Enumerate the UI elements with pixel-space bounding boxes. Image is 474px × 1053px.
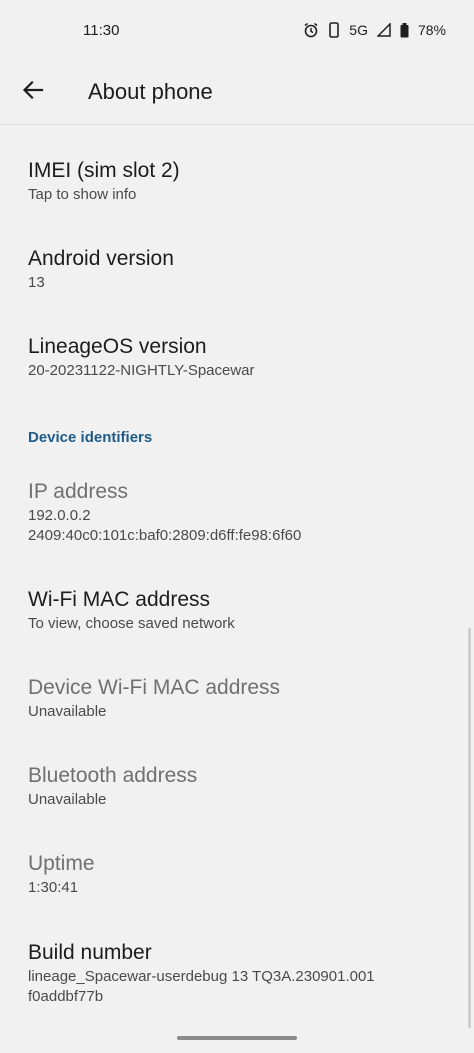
item-title: IMEI (sim slot 2) [28, 159, 180, 182]
list-item-device-wifi-mac[interactable]: Device Wi-Fi MAC address Unavailable [0, 675, 474, 722]
page-title: About phone [88, 79, 213, 104]
item-title: LineageOS version [28, 335, 207, 358]
list-item-imei[interactable]: IMEI (sim slot 2) Tap to show info [0, 158, 474, 205]
item-summary-line: f0addbf77b [28, 988, 104, 1005]
list-item-ip-address[interactable]: IP address 192.0.0.2 2409:40c0:101c:baf0… [0, 479, 474, 546]
list-item-build-number[interactable]: Build number lineage_Spacewar-userdebug … [0, 940, 474, 1007]
list-item-android-version[interactable]: Android version 13 [0, 246, 474, 293]
list-item-wifi-mac[interactable]: Wi-Fi MAC address To view, choose saved … [0, 587, 474, 634]
category-header: Device identifiers [28, 429, 153, 446]
battery-level: 78% [417, 22, 446, 38]
alarm-icon [303, 22, 319, 38]
item-title: Build number [28, 941, 152, 964]
gesture-nav-handle[interactable] [177, 1036, 297, 1040]
item-title: Bluetooth address [28, 764, 198, 787]
app-bar: About phone [0, 60, 474, 124]
item-summary-line: 2409:40c0:101c:baf0:2809:d6ff:fe98:6f60 [28, 527, 302, 544]
item-summary-line: lineage_Spacewar-userdebug 13 TQ3A.23090… [28, 968, 375, 985]
item-title: IP address [28, 480, 129, 503]
item-summary: Tap to show info [28, 186, 137, 203]
item-title: Uptime [28, 852, 95, 875]
item-title: Device Wi-Fi MAC address [28, 676, 281, 699]
back-button[interactable] [9, 68, 57, 116]
signal-icon [376, 23, 391, 37]
item-summary-line: 192.0.0.2 [28, 507, 91, 524]
status-time: 11:30 [83, 21, 120, 39]
item-title: Android version [28, 247, 174, 270]
toolbar-divider [0, 124, 474, 125]
phone-vibrate-icon [328, 22, 340, 38]
list-item-uptime[interactable]: Uptime 1:30:41 [0, 851, 474, 898]
status-bar: 11:30 5G 78% [0, 0, 474, 60]
item-title: Wi-Fi MAC address [28, 588, 211, 611]
list-item-bluetooth-address[interactable]: Bluetooth address Unavailable [0, 763, 474, 810]
arrow-back-icon [22, 79, 44, 106]
item-summary: 13 [28, 274, 45, 291]
scrollbar[interactable] [468, 628, 471, 1028]
status-icons: 5G 78% [303, 22, 446, 38]
network-type: 5G [349, 22, 368, 38]
item-summary: To view, choose saved network [28, 615, 235, 632]
list-item-lineageos-version[interactable]: LineageOS version 20-20231122-NIGHTLY-Sp… [0, 334, 474, 381]
item-summary: Unavailable [28, 703, 107, 720]
item-summary: 1:30:41 [28, 879, 79, 896]
item-summary: Unavailable [28, 791, 107, 808]
item-summary: 20-20231122-NIGHTLY-Spacewar [28, 362, 255, 379]
battery-icon [400, 22, 409, 38]
